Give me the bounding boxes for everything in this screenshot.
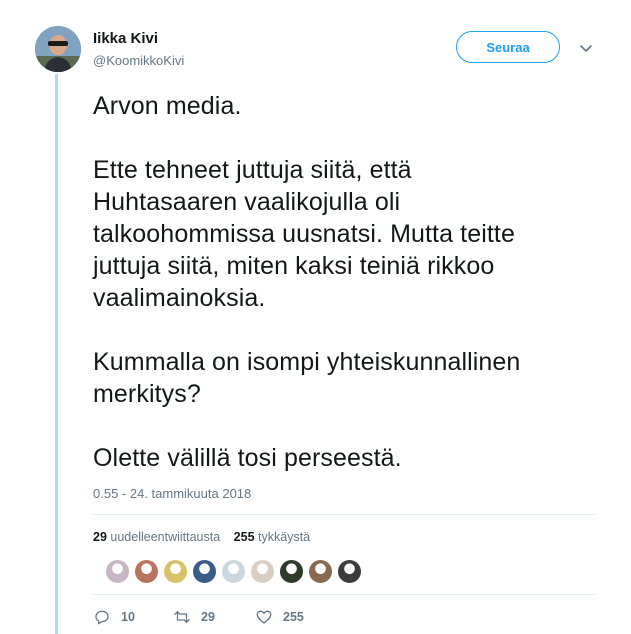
tweet-text: Arvon media. Ette tehneet juttuja siitä,…	[93, 90, 603, 506]
liker-avatar[interactable]	[279, 559, 304, 584]
reply-icon	[95, 610, 109, 625]
tweet-paragraph: Arvon media.	[93, 92, 242, 120]
heart-icon	[256, 610, 272, 624]
retweet-stat[interactable]: 29 uudelleentwiittausta	[93, 530, 220, 544]
divider	[93, 514, 595, 515]
like-stat-label: tykkäystä	[258, 530, 311, 544]
retweet-stat-label: uudelleentwiittausta	[110, 530, 221, 544]
like-button[interactable]: 255	[255, 607, 304, 627]
tweet-paragraph: Ette tehneet juttuja siitä, että Huhtasa…	[93, 156, 515, 312]
chevron-down-icon[interactable]	[578, 40, 594, 56]
like-count: 255	[283, 610, 304, 624]
reply-button[interactable]: 10	[93, 607, 135, 627]
engagement-stats: 29 uudelleentwiittausta 255 tykkäystä	[93, 530, 320, 544]
divider	[93, 594, 595, 595]
liker-avatar[interactable]	[250, 559, 275, 584]
author-avatar[interactable]	[35, 26, 81, 72]
liker-avatar[interactable]	[221, 559, 246, 584]
liker-avatar[interactable]	[105, 559, 130, 584]
author-handle[interactable]: @KoomikkoKivi	[93, 53, 184, 68]
liker-avatar[interactable]	[163, 559, 188, 584]
liker-avatar[interactable]	[308, 559, 333, 584]
tweet-timestamp[interactable]: 0.55 - 24. tammikuuta 2018	[93, 486, 251, 501]
follow-button[interactable]: Seuraa	[456, 31, 560, 63]
retweet-icon	[174, 611, 190, 623]
tweet-paragraph: Olette välillä tosi perseestä.	[93, 444, 402, 472]
thread-line	[55, 74, 58, 634]
like-stat-count: 255	[233, 530, 255, 544]
like-stat[interactable]: 255 tykkäystä	[234, 530, 310, 544]
retweet-button[interactable]: 29	[173, 607, 215, 627]
avatar-image	[35, 26, 81, 72]
liker-avatar[interactable]	[337, 559, 362, 584]
liker-avatar[interactable]	[192, 559, 217, 584]
reply-count: 10	[121, 610, 135, 624]
retweet-stat-count: 29	[93, 530, 107, 544]
tweet-paragraph: Kummalla on isompi yhteiskunnallinen mer…	[93, 348, 521, 408]
liker-avatar[interactable]	[134, 559, 159, 584]
author-name[interactable]: Iikka Kivi	[93, 30, 158, 47]
retweet-count: 29	[201, 610, 215, 624]
